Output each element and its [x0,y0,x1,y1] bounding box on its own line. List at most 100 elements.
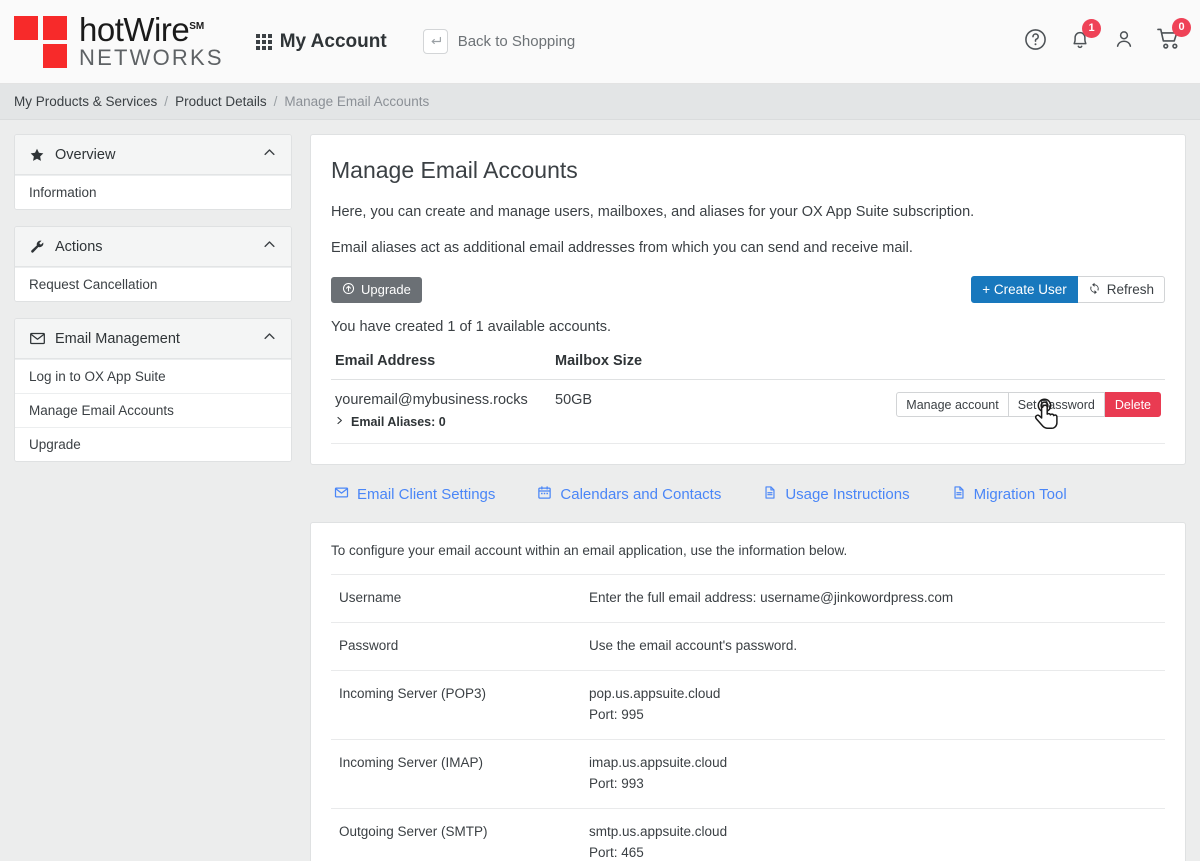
settings-value: imap.us.appsuite.cloud Port: 993 [581,739,1165,808]
refresh-button[interactable]: Refresh [1077,276,1165,304]
app-header: hotWireSM NETWORKS My Account Back to Sh… [0,0,1200,84]
upgrade-button-label: Upgrade [361,282,411,298]
sidebar-item-request-cancellation[interactable]: Request Cancellation [15,267,291,301]
settings-key: Incoming Server (POP3) [339,685,487,701]
settings-value-line2: Port: 465 [589,844,644,860]
sidebar-item-manage-email-accounts[interactable]: Manage Email Accounts [15,393,291,427]
table-row: youremail@mybusiness.rocks Email Aliases… [331,379,1165,445]
document-icon [952,485,966,504]
chevron-up-icon[interactable] [262,145,277,165]
bell-badge: 1 [1082,19,1101,38]
sidebar-panel-header-overview[interactable]: Overview [15,135,291,175]
document-icon [763,485,777,504]
tab-email-client-settings[interactable]: Email Client Settings [334,485,495,504]
sidebar-panel-title: Actions [55,238,103,255]
settings-value-line2: Port: 995 [589,706,644,722]
quota-text: You have created 1 of 1 available accoun… [331,319,611,336]
settings-value-line1: imap.us.appsuite.cloud [589,754,728,770]
sidebar-item-information[interactable]: Information [15,175,291,209]
wrench-icon [29,239,51,255]
my-account-button[interactable]: My Account [255,30,387,53]
table-head: Email Address Mailbox Size [331,345,1165,381]
breadcrumb-separator: / [273,94,278,109]
main-content: Manage Email Accounts Here, you can crea… [310,134,1186,861]
header-icon-group: 1 0 [1023,18,1191,57]
chevron-up-icon[interactable] [262,237,277,257]
set-password-button[interactable]: Set Password [1008,392,1105,418]
row-action-buttons: Manage account Set Password Delete [705,392,1161,418]
breadcrumb-item-product-details[interactable]: Product Details [175,94,267,109]
page-title: Manage Email Accounts [331,157,578,183]
page-body: Overview Information Actions Request Can… [0,120,1200,861]
tab-migration-tool[interactable]: Migration Tool [952,485,1067,504]
logo-name-bottom: NETWORKS [79,44,224,70]
table-row: Outgoing Server (SMTP) smtp.us.appsuite.… [331,808,1165,861]
sidebar: Overview Information Actions Request Can… [14,134,292,861]
enter-arrow-icon [422,29,448,54]
table-row: Password Use the email account's passwor… [331,622,1165,671]
intro-paragraph-2: Email aliases act as additional email ad… [331,239,913,256]
settings-value: Enter the full email address: username@j… [581,575,1165,623]
action-button-row: Upgrade + Create User Refresh [331,276,1165,304]
sidebar-panel-header-actions[interactable]: Actions [15,227,291,267]
tab-calendars-and-contacts[interactable]: Calendars and Contacts [537,485,721,504]
settings-key: Incoming Server (IMAP) [339,754,484,770]
table-row: Incoming Server (POP3) pop.us.appsuite.c… [331,670,1165,739]
breadcrumb-separator: / [164,94,169,109]
breadcrumb-item-products[interactable]: My Products & Services [14,94,157,109]
delete-button[interactable]: Delete [1104,392,1161,418]
column-header-mailbox-size: Mailbox Size [551,345,701,381]
intro-paragraph-1: Here, you can create and manage users, m… [331,204,975,220]
chevron-up-icon[interactable] [262,329,277,349]
tab-usage-instructions[interactable]: Usage Instructions [763,485,910,504]
brand-logo[interactable]: hotWireSM NETWORKS [14,13,224,71]
envelope-icon [334,485,349,504]
back-to-shopping-button[interactable]: Back to Shopping [422,29,576,54]
tab-label: Calendars and Contacts [560,486,722,504]
user-icon[interactable] [1112,27,1136,56]
sidebar-panel-title: Overview [55,146,116,163]
logo-wordmark: hotWireSM NETWORKS [79,13,224,71]
refresh-icon [1088,282,1101,298]
my-account-label: My Account [279,30,387,52]
cell-email: youremail@mybusiness.rocks Email Aliases… [331,379,551,445]
table-row: Username Enter the full email address: u… [331,574,1165,623]
sidebar-panel-title: Email Management [55,330,180,347]
sidebar-item-login-ox-app-suite[interactable]: Log in to OX App Suite [15,359,291,393]
calendar-icon [537,485,552,504]
back-to-shopping-label: Back to Shopping [457,33,576,50]
settings-key: Password [339,638,399,654]
settings-value-line1: Enter the full email address: username@j… [589,590,954,606]
email-accounts-table: Email Address Mailbox Size youremail@myb… [331,345,1165,445]
sidebar-panel-actions: Actions Request Cancellation [14,226,292,302]
logo-squares-icon [14,15,70,68]
cell-row-actions: Manage account Set Password Delete [701,379,1165,445]
settings-table-body: Username Enter the full email address: u… [331,574,1165,861]
bell-icon[interactable]: 1 [1068,19,1101,56]
table-header-row: Email Address Mailbox Size [331,345,1165,381]
table-row: Incoming Server (IMAP) imap.us.appsuite.… [331,739,1165,808]
email-aliases-label: Email Aliases: 0 [351,415,446,430]
tab-label: Usage Instructions [785,486,910,504]
upgrade-button[interactable]: Upgrade [331,276,422,303]
settings-value-line1: Use the email account's password. [589,638,798,654]
manage-account-button[interactable]: Manage account [896,392,1009,418]
breadcrumb: My Products & Services / Product Details… [0,84,1200,120]
column-header-actions [701,345,1165,381]
star-icon [29,147,51,163]
sidebar-panel-header-email-management[interactable]: Email Management [15,319,291,359]
email-address-value: youremail@mybusiness.rocks [335,392,528,409]
help-icon[interactable] [1023,27,1048,57]
sidebar-panel-email-management: Email Management Log in to OX App Suite … [14,318,292,462]
create-user-button[interactable]: + Create User [971,276,1078,304]
cart-icon[interactable]: 0 [1156,18,1191,57]
settings-intro-text: To configure your email account within a… [331,543,848,559]
email-client-settings-card: To configure your email account within a… [310,522,1186,861]
sidebar-panel-overview: Overview Information [14,134,292,210]
settings-table: Username Enter the full email address: u… [331,574,1165,861]
cart-badge: 0 [1172,18,1191,37]
email-aliases-toggle[interactable]: Email Aliases: 0 [335,415,547,429]
column-header-email: Email Address [331,345,551,381]
sidebar-item-upgrade[interactable]: Upgrade [15,427,291,461]
settings-value-line2: Port: 993 [589,775,644,791]
